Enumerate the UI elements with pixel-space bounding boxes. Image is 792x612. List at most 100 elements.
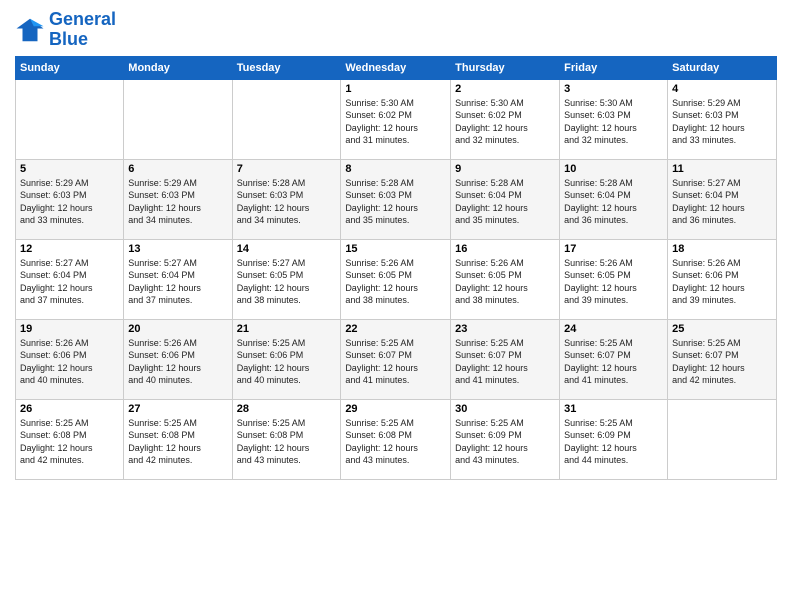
weekday-header-cell: Sunday <box>16 56 124 79</box>
calendar-cell: 24 Sunrise: 5:25 AM Sunset: 6:07 PM Dayli… <box>560 319 668 399</box>
calendar-cell: 11 Sunrise: 5:27 AM Sunset: 6:04 PM Dayli… <box>668 159 777 239</box>
day-info: Sunrise: 5:25 AM Sunset: 6:06 PM Dayligh… <box>237 337 337 387</box>
day-info: Sunrise: 5:25 AM Sunset: 6:07 PM Dayligh… <box>672 337 772 387</box>
day-info: Sunrise: 5:26 AM Sunset: 6:05 PM Dayligh… <box>345 257 446 307</box>
day-number: 12 <box>20 243 119 255</box>
calendar-cell <box>16 79 124 159</box>
day-number: 16 <box>455 243 555 255</box>
calendar-cell: 27 Sunrise: 5:25 AM Sunset: 6:08 PM Dayli… <box>124 399 232 479</box>
day-number: 10 <box>564 163 663 175</box>
day-info: Sunrise: 5:25 AM Sunset: 6:09 PM Dayligh… <box>564 417 663 467</box>
weekday-header-cell: Wednesday <box>341 56 451 79</box>
calendar-cell: 6Sunrise: 5:29 AM Sunset: 6:03 PM Daylig… <box>124 159 232 239</box>
calendar-cell: 19 Sunrise: 5:26 AM Sunset: 6:06 PM Dayli… <box>16 319 124 399</box>
day-info: Sunrise: 5:28 AM Sunset: 6:03 PM Dayligh… <box>237 177 337 227</box>
day-info: Sunrise: 5:26 AM Sunset: 6:06 PM Dayligh… <box>20 337 119 387</box>
calendar-cell: 3 Sunrise: 5:30 AM Sunset: 6:03 PM Daylig… <box>560 79 668 159</box>
day-info: Sunrise: 5:25 AM Sunset: 6:08 PM Dayligh… <box>237 417 337 467</box>
day-number: 14 <box>237 243 337 255</box>
day-info: Sunrise: 5:26 AM Sunset: 6:05 PM Dayligh… <box>455 257 555 307</box>
day-number: 27 <box>128 403 227 415</box>
calendar-cell: 9Sunrise: 5:28 AM Sunset: 6:04 PM Daylig… <box>451 159 560 239</box>
day-number: 1 <box>345 83 446 95</box>
calendar-cell: 1 Sunrise: 5:30 AM Sunset: 6:02 PM Daylig… <box>341 79 451 159</box>
day-number: 25 <box>672 323 772 335</box>
logo-icon <box>15 15 45 45</box>
day-number: 11 <box>672 163 772 175</box>
logo: General Blue <box>15 10 116 50</box>
calendar-cell: 5 Sunrise: 5:29 AM Sunset: 6:03 PM Daylig… <box>16 159 124 239</box>
day-info: Sunrise: 5:25 AM Sunset: 6:07 PM Dayligh… <box>345 337 446 387</box>
day-info: Sunrise: 5:26 AM Sunset: 6:05 PM Dayligh… <box>564 257 663 307</box>
weekday-header-cell: Friday <box>560 56 668 79</box>
calendar-week-row: 12 Sunrise: 5:27 AM Sunset: 6:04 PM Dayli… <box>16 239 777 319</box>
calendar-cell <box>668 399 777 479</box>
calendar-cell: 20Sunrise: 5:26 AM Sunset: 6:06 PM Dayli… <box>124 319 232 399</box>
day-info: Sunrise: 5:29 AM Sunset: 6:03 PM Dayligh… <box>128 177 227 227</box>
calendar-cell: 18 Sunrise: 5:26 AM Sunset: 6:06 PM Dayli… <box>668 239 777 319</box>
day-number: 2 <box>455 83 555 95</box>
weekday-header-row: SundayMondayTuesdayWednesdayThursdayFrid… <box>16 56 777 79</box>
calendar-cell: 31Sunrise: 5:25 AM Sunset: 6:09 PM Dayli… <box>560 399 668 479</box>
day-number: 22 <box>345 323 446 335</box>
calendar-cell: 23 Sunrise: 5:25 AM Sunset: 6:07 PM Dayli… <box>451 319 560 399</box>
weekday-header-cell: Monday <box>124 56 232 79</box>
day-info: Sunrise: 5:27 AM Sunset: 6:04 PM Dayligh… <box>128 257 227 307</box>
day-number: 15 <box>345 243 446 255</box>
calendar-cell: 29Sunrise: 5:25 AM Sunset: 6:08 PM Dayli… <box>341 399 451 479</box>
weekday-header-cell: Saturday <box>668 56 777 79</box>
day-info: Sunrise: 5:26 AM Sunset: 6:06 PM Dayligh… <box>672 257 772 307</box>
day-number: 23 <box>455 323 555 335</box>
calendar-cell <box>232 79 341 159</box>
day-info: Sunrise: 5:27 AM Sunset: 6:04 PM Dayligh… <box>20 257 119 307</box>
calendar-week-row: 5 Sunrise: 5:29 AM Sunset: 6:03 PM Daylig… <box>16 159 777 239</box>
calendar-cell: 22 Sunrise: 5:25 AM Sunset: 6:07 PM Dayli… <box>341 319 451 399</box>
day-number: 13 <box>128 243 227 255</box>
day-info: Sunrise: 5:28 AM Sunset: 6:04 PM Dayligh… <box>455 177 555 227</box>
calendar-cell: 17 Sunrise: 5:26 AM Sunset: 6:05 PM Dayli… <box>560 239 668 319</box>
calendar-table: SundayMondayTuesdayWednesdayThursdayFrid… <box>15 56 777 480</box>
day-info: Sunrise: 5:26 AM Sunset: 6:06 PM Dayligh… <box>128 337 227 387</box>
day-number: 24 <box>564 323 663 335</box>
day-info: Sunrise: 5:30 AM Sunset: 6:02 PM Dayligh… <box>345 97 446 147</box>
day-number: 28 <box>237 403 337 415</box>
day-number: 8 <box>345 163 446 175</box>
calendar-cell <box>124 79 232 159</box>
day-info: Sunrise: 5:28 AM Sunset: 6:03 PM Dayligh… <box>345 177 446 227</box>
day-info: Sunrise: 5:25 AM Sunset: 6:07 PM Dayligh… <box>455 337 555 387</box>
calendar-cell: 8 Sunrise: 5:28 AM Sunset: 6:03 PM Daylig… <box>341 159 451 239</box>
calendar-cell: 13 Sunrise: 5:27 AM Sunset: 6:04 PM Dayli… <box>124 239 232 319</box>
day-info: Sunrise: 5:25 AM Sunset: 6:08 PM Dayligh… <box>128 417 227 467</box>
day-info: Sunrise: 5:25 AM Sunset: 6:09 PM Dayligh… <box>455 417 555 467</box>
day-number: 17 <box>564 243 663 255</box>
calendar-cell: 15 Sunrise: 5:26 AM Sunset: 6:05 PM Dayli… <box>341 239 451 319</box>
calendar-cell: 4Sunrise: 5:29 AM Sunset: 6:03 PM Daylig… <box>668 79 777 159</box>
day-info: Sunrise: 5:30 AM Sunset: 6:03 PM Dayligh… <box>564 97 663 147</box>
day-info: Sunrise: 5:27 AM Sunset: 6:04 PM Dayligh… <box>672 177 772 227</box>
day-info: Sunrise: 5:29 AM Sunset: 6:03 PM Dayligh… <box>20 177 119 227</box>
calendar-body: 1 Sunrise: 5:30 AM Sunset: 6:02 PM Daylig… <box>16 79 777 479</box>
day-number: 5 <box>20 163 119 175</box>
calendar-cell: 2Sunrise: 5:30 AM Sunset: 6:02 PM Daylig… <box>451 79 560 159</box>
calendar-cell: 10 Sunrise: 5:28 AM Sunset: 6:04 PM Dayli… <box>560 159 668 239</box>
day-number: 18 <box>672 243 772 255</box>
calendar-week-row: 1 Sunrise: 5:30 AM Sunset: 6:02 PM Daylig… <box>16 79 777 159</box>
day-info: Sunrise: 5:25 AM Sunset: 6:08 PM Dayligh… <box>345 417 446 467</box>
day-info: Sunrise: 5:25 AM Sunset: 6:07 PM Dayligh… <box>564 337 663 387</box>
calendar-week-row: 19 Sunrise: 5:26 AM Sunset: 6:06 PM Dayli… <box>16 319 777 399</box>
calendar-cell: 14Sunrise: 5:27 AM Sunset: 6:05 PM Dayli… <box>232 239 341 319</box>
logo-text: General Blue <box>49 10 116 50</box>
page-header: General Blue <box>15 10 777 50</box>
day-number: 21 <box>237 323 337 335</box>
calendar-cell: 25 Sunrise: 5:25 AM Sunset: 6:07 PM Dayli… <box>668 319 777 399</box>
calendar-week-row: 26 Sunrise: 5:25 AM Sunset: 6:08 PM Dayli… <box>16 399 777 479</box>
calendar-cell: 26Sunrise: 5:25 AM Sunset: 6:08 PM Dayli… <box>16 399 124 479</box>
day-info: Sunrise: 5:28 AM Sunset: 6:04 PM Dayligh… <box>564 177 663 227</box>
day-number: 3 <box>564 83 663 95</box>
weekday-header-cell: Thursday <box>451 56 560 79</box>
calendar-cell: 7Sunrise: 5:28 AM Sunset: 6:03 PM Daylig… <box>232 159 341 239</box>
day-number: 19 <box>20 323 119 335</box>
day-number: 26 <box>20 403 119 415</box>
calendar-cell: 16 Sunrise: 5:26 AM Sunset: 6:05 PM Dayli… <box>451 239 560 319</box>
day-info: Sunrise: 5:29 AM Sunset: 6:03 PM Dayligh… <box>672 97 772 147</box>
